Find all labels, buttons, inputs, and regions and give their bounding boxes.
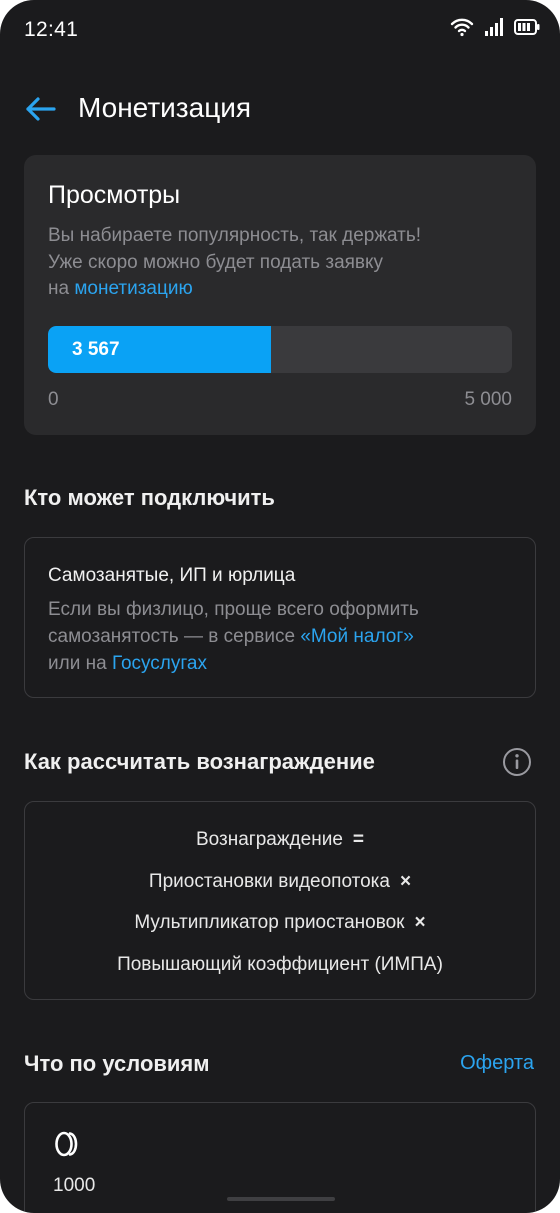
- formula-term: Повышающий коэффициент (ИМПА): [117, 954, 443, 975]
- who-section-title: Кто может подключить: [24, 485, 275, 510]
- progress-scale-min: 0: [48, 389, 59, 410]
- who-card-title: Самозанятые, ИП и юрлица: [48, 565, 296, 586]
- signal-icon: [485, 18, 503, 36]
- page-title: Монетизация: [78, 92, 252, 123]
- conditions-section-title: Что по условиям: [24, 1051, 210, 1076]
- views-desc-prefix: на: [48, 278, 75, 299]
- views-description: Вы набираете популярность, так держать! …: [48, 223, 508, 303]
- formula-term: Вознаграждение: [195, 829, 343, 850]
- formula-term: Приостановки видеопотока: [148, 871, 390, 892]
- formula-operator: ×: [414, 912, 426, 933]
- app-header: Монетизация: [0, 80, 560, 136]
- formula-line: Вознаграждение =: [25, 829, 535, 851]
- formula-line: Повышающий коэффициент (ИМПА): [25, 954, 535, 976]
- reward-formula-card: Вознаграждение = Приостановки видеопотока…: [24, 801, 536, 1000]
- who-desc-line-3: или на Госуслугах: [48, 650, 518, 677]
- status-time: 12:41: [24, 18, 79, 41]
- offer-link[interactable]: Оферта: [460, 1052, 534, 1075]
- views-desc-line-1: Вы набираете популярность, так держать!: [48, 225, 422, 246]
- monetization-link[interactable]: монетизацию: [74, 278, 192, 299]
- who-desc-line-2: самозанятость — в сервисе «Мой налог»: [48, 623, 518, 650]
- formula-line: Мультипликатор приостановок ×: [25, 912, 535, 934]
- progress-scale-max: 5 000: [464, 389, 512, 410]
- who-desc-line-2-prefix: самозанятость — в сервисе: [48, 626, 301, 647]
- who-card: Самозанятые, ИП и юрлица Если вы физлицо…: [24, 537, 536, 698]
- formula-operator: ×: [399, 871, 412, 892]
- formula-operator: =: [352, 829, 364, 850]
- formula-line: Приостановки видеопотока ×: [25, 871, 535, 893]
- home-indicator[interactable]: [227, 1197, 335, 1201]
- views-title: Просмотры: [48, 181, 181, 209]
- wifi-icon: [450, 18, 474, 37]
- conditions-amount: 1000: [53, 1175, 96, 1196]
- gosuslugi-link[interactable]: Госуслугах: [112, 653, 207, 674]
- who-card-description: Если вы физлицо, проще всего оформить са…: [48, 596, 518, 677]
- views-desc-line-2: Уже скоро можно будет подать заявку: [48, 251, 384, 273]
- back-arrow-icon[interactable]: [24, 92, 58, 126]
- views-progress-value: 3 567: [72, 339, 120, 360]
- who-desc-line-3-prefix: или на: [48, 653, 112, 674]
- info-icon[interactable]: [502, 747, 532, 777]
- views-progress-bar: 3 567: [48, 326, 512, 373]
- views-desc-line-3: на монетизацию: [48, 276, 508, 303]
- formula-term: Мультипликатор приостановок: [134, 912, 405, 933]
- status-bar: 12:41: [0, 0, 560, 60]
- who-desc-line-1: Если вы физлицо, проще всего оформить: [48, 599, 419, 620]
- app-screen: 12:41 Монетизация Просмотры Вы набираете…: [0, 0, 560, 1213]
- views-card: Просмотры Вы набираете популярность, так…: [24, 155, 536, 435]
- my-tax-link[interactable]: «Мой налог»: [300, 626, 414, 647]
- status-icons: [450, 17, 540, 37]
- coins-icon: [55, 1131, 78, 1157]
- reward-section-title: Как рассчитать вознаграждение: [24, 749, 375, 774]
- battery-icon: [514, 19, 540, 35]
